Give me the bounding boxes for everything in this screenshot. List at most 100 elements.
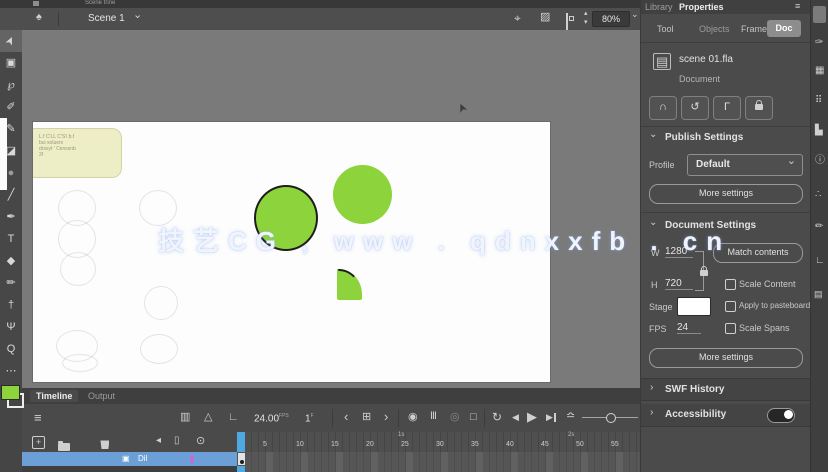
layers-panel-icon[interactable]: ≡	[34, 411, 42, 424]
stage-color-swatch[interactable]	[677, 297, 711, 316]
more-tools-button[interactable]: ⋯	[0, 360, 22, 382]
frame-graph-icon[interactable]: ∟	[228, 412, 239, 423]
highlight-layers-icon[interactable]: ▯	[174, 436, 180, 446]
selection-tool[interactable]: ➤	[0, 30, 22, 52]
zoom-level-input[interactable]: 80%	[592, 11, 630, 27]
tab-output[interactable]: Output	[88, 391, 115, 401]
publish-collapse-icon[interactable]: ⌄	[649, 130, 657, 140]
zoom-stepper-down-icon[interactable]: ▾	[584, 19, 588, 26]
zoom-stepper-up-icon[interactable]: ▴	[584, 10, 588, 17]
ruler-number: 10	[296, 441, 304, 448]
window-button-icon[interactable]	[33, 1, 39, 6]
swf-history-row[interactable]: › SWF History	[641, 378, 811, 401]
asset-warp-tool[interactable]: †	[0, 294, 22, 316]
document-type: Document	[679, 74, 721, 84]
loop-playback-icon[interactable]: ↻	[492, 411, 502, 423]
back-to-scene-icon[interactable]: ♠	[36, 12, 42, 23]
dock-thumbnail[interactable]	[813, 6, 826, 23]
paint-bucket-tool[interactable]: ◆	[0, 250, 22, 272]
apply-pasteboard-checkbox[interactable]	[725, 301, 736, 312]
pen-tool[interactable]: ✒	[0, 206, 22, 228]
docset-more-settings-button[interactable]: More settings	[649, 348, 803, 368]
history-button[interactable]: ↺	[681, 96, 709, 120]
text-tool[interactable]: T	[0, 228, 22, 250]
accessibility-toggle[interactable]	[767, 408, 795, 423]
profile-select[interactable]: Default ⌄	[687, 154, 803, 176]
scale-spans-label: Scale Spans	[739, 323, 790, 333]
lasso-tool[interactable]: ℘	[0, 74, 22, 96]
subselection-tool[interactable]: ▣	[0, 52, 22, 74]
dock-icon-5[interactable]: ⓘ	[815, 156, 825, 166]
step-back-icon[interactable]: ◀	[512, 413, 519, 422]
collapse-layers-icon[interactable]: ◂	[156, 436, 161, 446]
layer-row-selected[interactable]: ▣ Dil	[22, 452, 238, 466]
tab-objects[interactable]: Objects	[699, 24, 730, 34]
tab-properties[interactable]: Properties	[679, 2, 724, 12]
timeline-zoom-slider-knob[interactable]	[606, 413, 616, 423]
wh-link-lock-icon[interactable]	[700, 266, 708, 276]
scene-chevron-icon[interactable]: ⌄	[133, 10, 142, 21]
dock-icon-2[interactable]: ▦	[815, 66, 824, 76]
height-label: H	[651, 280, 658, 290]
height-input[interactable]: 720	[665, 278, 693, 290]
prev-keyframe-icon[interactable]: ‹	[344, 410, 348, 423]
frame-ruler[interactable]: 1s 2s 5 10 15 20 25 30 35 40 45 50 55	[238, 432, 640, 453]
tab-library[interactable]: Library	[645, 2, 673, 12]
dock-icon-6[interactable]: ∴	[815, 190, 821, 200]
warnings-icon[interactable]: △	[204, 412, 212, 423]
delete-layer-button[interactable]	[100, 440, 110, 449]
show-hide-all-icon[interactable]: ⊙	[196, 436, 205, 447]
edit-multiple-frames-icon[interactable]: □	[470, 412, 477, 423]
dock-icon-3[interactable]: ⠿	[815, 96, 822, 106]
resize-timeline-icon[interactable]: ≏	[566, 411, 575, 422]
timeline-scroll-nub[interactable]	[237, 466, 245, 472]
green-circle[interactable]	[333, 165, 392, 224]
accessibility-row[interactable]: › Accessibility	[641, 404, 811, 427]
fill-color-swatch[interactable]	[1, 385, 20, 400]
tab-frame[interactable]: Frame	[741, 24, 767, 34]
step-forward-icon[interactable]: ▶	[546, 413, 556, 422]
scale-spans-checkbox[interactable]	[725, 323, 736, 334]
insert-keyframe-icon[interactable]: ⊞	[362, 412, 371, 423]
layer-name[interactable]: Dil	[138, 454, 147, 463]
panel-menu-icon[interactable]: ≡	[795, 2, 800, 11]
frame-grid[interactable]	[238, 452, 640, 472]
playhead[interactable]	[237, 432, 245, 452]
onion-skin-icon[interactable]: ◉	[408, 412, 418, 423]
center-stage-icon[interactable]: ⌖	[514, 12, 521, 24]
zoom-dropdown-icon[interactable]: ⌄	[631, 10, 639, 19]
new-folder-button[interactable]	[58, 441, 70, 451]
ruler-number: 35	[471, 441, 479, 448]
dock-icon-4[interactable]: ▙	[815, 126, 823, 136]
green-quarter-shape[interactable]	[337, 269, 362, 300]
snap-button[interactable]: ∩	[649, 96, 677, 120]
fps-input[interactable]: 24	[677, 322, 701, 334]
tab-timeline[interactable]: Timeline	[30, 390, 79, 402]
publish-more-settings-button[interactable]: More settings	[649, 184, 803, 204]
play-button-icon[interactable]: ▶	[527, 410, 537, 423]
dock-icon-1[interactable]: ✑	[815, 38, 823, 48]
zoom-tool[interactable]: Q	[0, 338, 22, 360]
camera-icon[interactable]: ▥	[180, 412, 190, 423]
fluid-brush-tool[interactable]: ✐	[0, 96, 22, 118]
tab-tool[interactable]: Tool	[657, 24, 674, 34]
hand-tool[interactable]: Ψ	[0, 316, 22, 338]
lock-button[interactable]	[745, 96, 773, 120]
onion-outlines-icon[interactable]: Ⅲ	[430, 412, 437, 422]
keyframe-cell[interactable]	[237, 452, 246, 466]
sticky-note[interactable]: L.f C'LL C'S'i b.f bui soluers drssyt ' …	[33, 128, 122, 178]
scene-name[interactable]: Scene 1	[88, 13, 125, 24]
dock-icon-9[interactable]: ▤	[814, 290, 823, 299]
layer-outline-color-swatch[interactable]	[190, 455, 194, 463]
scale-content-checkbox[interactable]	[725, 279, 736, 290]
new-layer-button[interactable]: +	[32, 436, 45, 449]
publish-settings-title[interactable]: Publish Settings	[665, 132, 743, 143]
onion-range-icon[interactable]: ◎	[450, 412, 460, 423]
section-divider	[641, 126, 811, 127]
clip-content-icon[interactable]: ▨	[540, 12, 550, 23]
corner-button[interactable]: Γ	[713, 96, 741, 120]
tab-doc[interactable]: Doc	[767, 20, 801, 37]
pencil-tool[interactable]: ✏	[0, 272, 22, 294]
next-keyframe-icon[interactable]: ›	[384, 410, 388, 423]
frame-rate-value[interactable]: 24.00FPS	[254, 413, 289, 424]
